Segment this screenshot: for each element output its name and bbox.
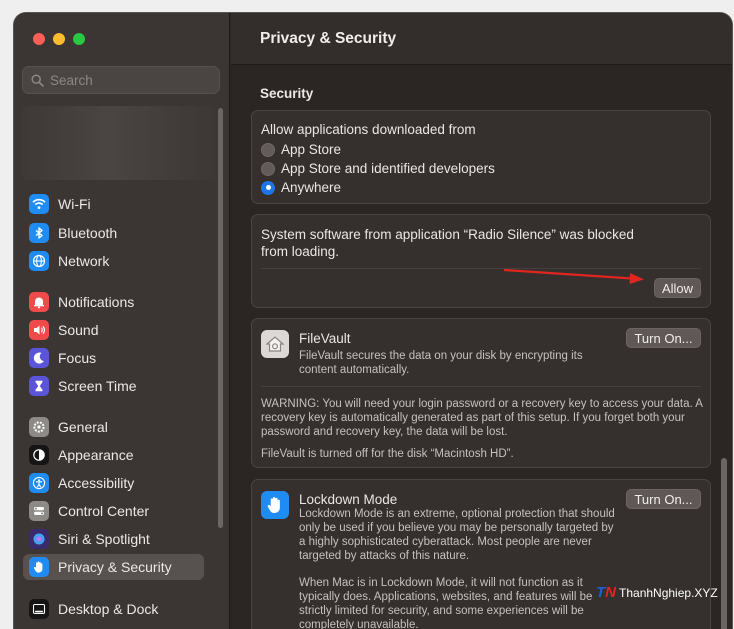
main-pane: Privacy & Security Security Allow applic… <box>231 13 732 629</box>
sidebar-item-label: Control Center <box>58 503 150 519</box>
window-controls <box>33 33 85 45</box>
radio-button-selected[interactable] <box>261 180 275 195</box>
search-icon <box>31 73 44 87</box>
accessibility-icon <box>29 473 49 493</box>
settings-window: Search Wi-Fi Bluetooth Network Notificat… <box>14 13 732 629</box>
filevault-house-icon <box>261 330 289 358</box>
bell-icon <box>29 292 49 312</box>
radio-button[interactable] <box>261 142 275 157</box>
dock-icon <box>29 599 49 619</box>
sidebar-item-label: Screen Time <box>58 378 137 394</box>
page-title: Privacy & Security <box>260 30 397 47</box>
sidebar-item-bluetooth[interactable]: Bluetooth <box>23 220 204 246</box>
sidebar-item-notifications[interactable]: Notifications <box>23 289 204 315</box>
lockdown-title: Lockdown Mode <box>299 492 398 507</box>
sidebar-item-privacy-security[interactable]: Privacy & Security <box>23 554 204 580</box>
radio-anywhere[interactable]: Anywhere <box>261 180 341 195</box>
sidebar-item-general[interactable]: General <box>23 414 204 440</box>
radio-button[interactable] <box>261 161 275 176</box>
section-title-security: Security <box>260 86 314 101</box>
sidebar-item-control-center[interactable]: Control Center <box>23 498 204 524</box>
watermark: TN ThanhNghiep.XYZ <box>596 584 718 601</box>
filevault-title: FileVault <box>299 331 351 346</box>
filevault-description: FileVault secures the data on your disk … <box>299 350 583 376</box>
sidebar-item-focus[interactable]: Focus <box>23 345 204 371</box>
allow-button[interactable]: Allow <box>654 278 701 298</box>
radio-label: App Store <box>281 142 342 157</box>
main-scrollbar[interactable] <box>721 458 727 629</box>
sidebar-item-screen-time[interactable]: Screen Time <box>23 373 204 399</box>
radio-label: App Store and identified developers <box>281 161 495 176</box>
control-center-icon <box>29 501 49 521</box>
sidebar-item-sound[interactable]: Sound <box>23 317 204 343</box>
blocked-software-card: System software from application “Radio … <box>251 214 711 308</box>
moon-icon <box>29 348 49 368</box>
sidebar-item-wifi[interactable]: Wi-Fi <box>23 191 204 217</box>
sidebar-item-siri-spotlight[interactable]: Siri & Spotlight <box>23 526 204 552</box>
apple-account-card[interactable] <box>22 106 218 180</box>
divider <box>261 386 701 387</box>
sidebar-item-network[interactable]: Network <box>23 248 204 274</box>
lockdown-card: Lockdown Mode Lockdown Mode is an extrem… <box>251 479 711 629</box>
wifi-icon <box>29 194 49 214</box>
speaker-icon <box>29 320 49 340</box>
gear-icon <box>29 417 49 437</box>
zoom-button[interactable] <box>73 33 85 45</box>
sidebar-scrollbar[interactable] <box>218 108 223 528</box>
watermark-logo: TN <box>596 584 617 601</box>
sidebar-item-appearance[interactable]: Appearance <box>23 442 204 468</box>
minimize-button[interactable] <box>53 33 65 45</box>
sidebar-item-label: Sound <box>58 322 99 338</box>
downloads-card: Allow applications downloaded from App S… <box>251 110 711 204</box>
sidebar-item-label: General <box>58 419 108 435</box>
titlebar: Privacy & Security <box>231 13 732 65</box>
lockdown-turn-on-button[interactable]: Turn On... <box>626 489 701 509</box>
siri-icon <box>29 529 49 549</box>
sidebar-item-desktop-dock[interactable]: Desktop & Dock <box>23 596 204 622</box>
filevault-turn-on-button[interactable]: Turn On... <box>626 328 701 348</box>
radio-app-store[interactable]: App Store <box>261 142 341 157</box>
radio-label: Anywhere <box>281 180 342 195</box>
appearance-icon <box>29 445 49 465</box>
sidebar-item-label: Appearance <box>58 447 134 463</box>
sidebar-item-label: Desktop & Dock <box>58 601 159 617</box>
filevault-warning: WARNING: You will need your login passwo… <box>261 398 703 438</box>
hourglass-icon <box>29 376 49 396</box>
lockdown-details: When Mac is in Lockdown Mode, it will no… <box>299 577 593 629</box>
sidebar-item-label: Focus <box>58 350 97 366</box>
search-input[interactable]: Search <box>22 66 220 94</box>
filevault-card: FileVault FileVault secures the data on … <box>251 318 711 468</box>
radio-identified-developers[interactable]: App Store and identified developers <box>261 161 495 176</box>
sidebar-item-accessibility[interactable]: Accessibility <box>23 470 204 496</box>
annotation-arrow-icon <box>503 268 644 284</box>
sidebar-item-label: Notifications <box>58 294 135 310</box>
lockdown-hand-icon <box>261 491 289 519</box>
sidebar: Search Wi-Fi Bluetooth Network Notificat… <box>14 13 230 629</box>
sidebar-item-label: Accessibility <box>58 475 135 491</box>
filevault-status: FileVault is turned off for the disk “Ma… <box>261 448 514 460</box>
sidebar-item-label: Bluetooth <box>58 225 118 241</box>
sidebar-item-label: Privacy & Security <box>58 559 172 575</box>
globe-icon <box>29 251 49 271</box>
hand-icon <box>29 557 49 577</box>
blocked-message: System software from application “Radio … <box>261 227 634 259</box>
bluetooth-icon <box>29 223 49 243</box>
close-button[interactable] <box>33 33 45 45</box>
lockdown-description: Lockdown Mode is an extreme, optional pr… <box>299 508 615 562</box>
search-placeholder: Search <box>50 72 93 88</box>
sidebar-item-label: Network <box>58 253 110 269</box>
sidebar-item-label: Wi-Fi <box>58 196 91 212</box>
sidebar-item-label: Siri & Spotlight <box>58 531 150 547</box>
downloads-heading: Allow applications downloaded from <box>261 122 476 137</box>
watermark-text: ThanhNghiep.XYZ <box>619 585 718 600</box>
